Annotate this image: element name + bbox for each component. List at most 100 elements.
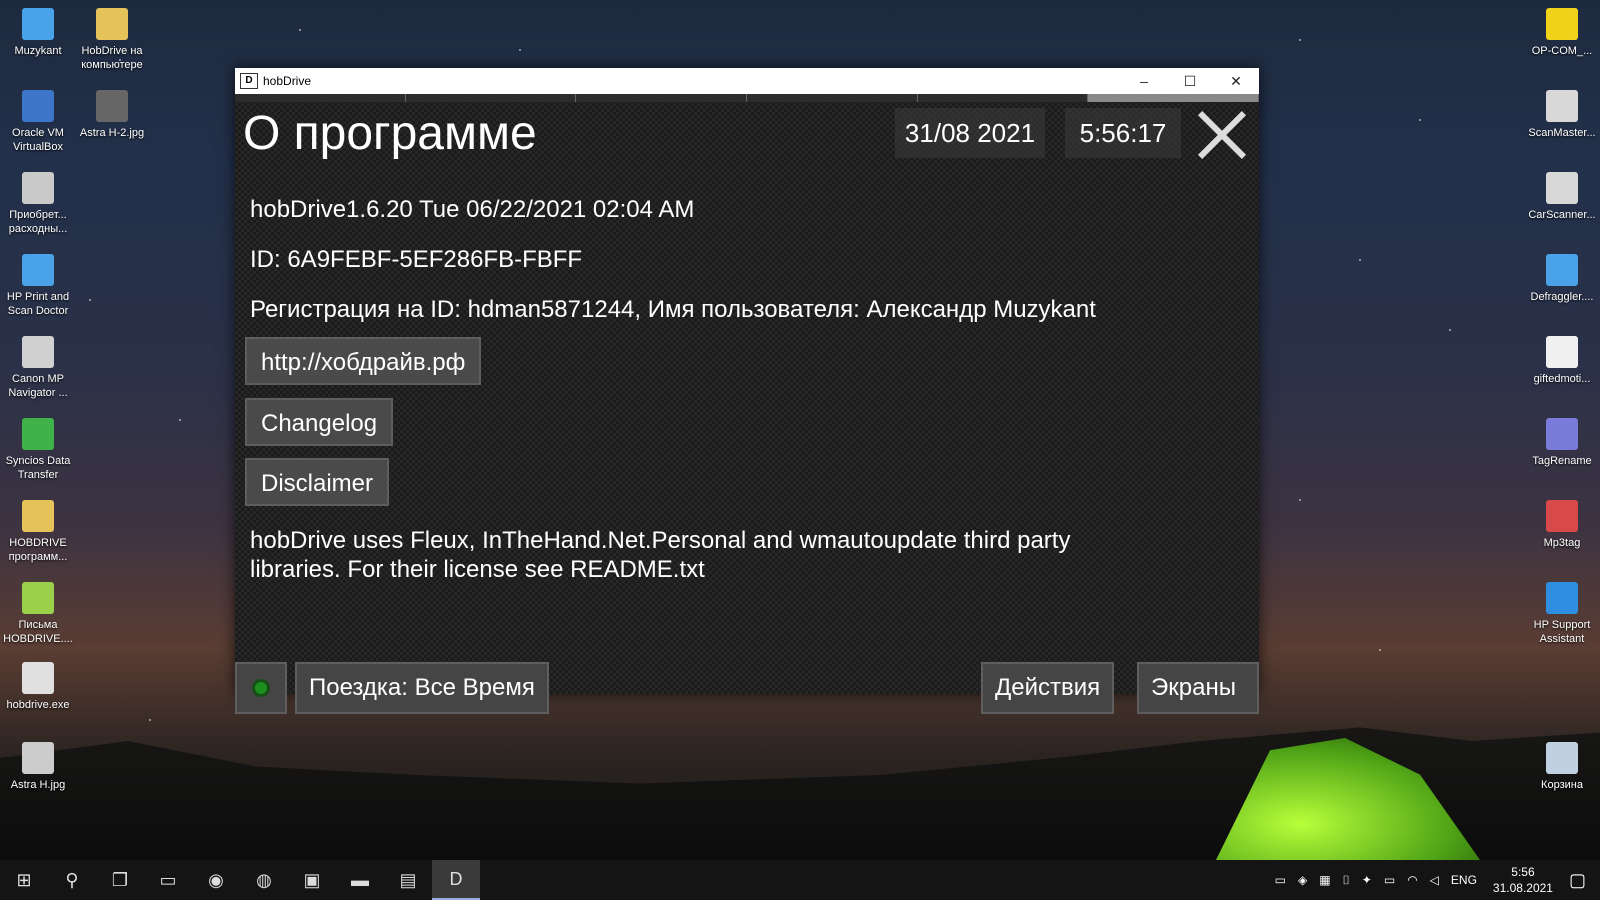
desktop-icon[interactable]: Письма HOBDRIVE.... <box>0 582 76 646</box>
taskbar-app-icon[interactable]: ▣ <box>288 860 336 900</box>
clock-date: 31.08.2021 <box>1492 881 1553 895</box>
status-dot-icon <box>255 682 267 694</box>
desktop-icon[interactable]: Приобрет... расходны... <box>0 172 76 236</box>
registration-text: Регистрация на ID: hdman5871244, Имя пол… <box>250 296 1096 323</box>
desktop-icon[interactable]: HP Support Assistant <box>1524 582 1600 646</box>
desktop-icon-label: Canon MP Navigator ... <box>8 373 68 399</box>
taskbar-apps: ▭ ◉ ◍ ▣ ▬ ▤ D <box>144 860 480 900</box>
desktop-icon[interactable]: Astra H-2.jpg <box>74 90 150 140</box>
changelog-button[interactable]: Changelog <box>245 398 394 446</box>
app-icon <box>22 254 54 286</box>
desktop-icon[interactable]: Defraggler.... <box>1524 254 1600 304</box>
status-indicator[interactable] <box>235 662 287 714</box>
actions-button[interactable]: Действия <box>981 662 1115 714</box>
hobdrive-window: D hobDrive – ☐ ✕ О программе 31/08 2021 … <box>235 68 1260 714</box>
desktop-icon[interactable]: ScanMaster... <box>1524 90 1600 140</box>
desktop-icon[interactable]: Mp3tag <box>1524 500 1600 550</box>
desktop-icon[interactable]: Syncios Data Transfer <box>0 418 76 482</box>
desktop-icon[interactable]: HP Print and Scan Doctor <box>0 254 76 318</box>
desktop-icon[interactable]: Canon MP Navigator ... <box>0 336 76 400</box>
desktop-icon[interactable]: HOBDRIVE программ... <box>0 500 76 564</box>
volume-icon[interactable]: ◁ <box>1430 873 1439 887</box>
desktop-icon[interactable]: Oracle VM VirtualBox <box>0 90 76 154</box>
close-screen-icon[interactable] <box>1193 106 1253 164</box>
device-id-text: ID: 6A9FEBF-5EF286FB-FBFF <box>250 246 583 273</box>
date-display: 31/08 2021 <box>895 108 1045 158</box>
app-icon <box>22 500 54 532</box>
usb-icon[interactable]: ⌷ <box>1343 873 1350 888</box>
desktop-icon-label: Astra H-2.jpg <box>79 127 145 139</box>
language-indicator[interactable]: ENG <box>1451 873 1477 887</box>
desktop-icon-label: TagRename <box>1532 455 1592 467</box>
desktop-icon-label: CarScanner... <box>1528 209 1596 221</box>
taskbar-app-icon[interactable]: ▬ <box>336 860 384 900</box>
app-icon <box>1546 742 1578 774</box>
desktop-icon-label: HP Support Assistant <box>1533 619 1591 645</box>
desktop-icon-label: hobdrive.exe <box>6 699 70 711</box>
page-title: О программе <box>243 107 537 160</box>
screen-indicator-strip <box>235 94 1260 102</box>
tray-icon[interactable]: ▦ <box>1319 873 1330 887</box>
desktop-icon-label: Defraggler.... <box>1530 291 1594 303</box>
desktop-icon[interactable]: Muzykant <box>0 8 76 58</box>
website-link-button[interactable]: http://хобдрайв.рф <box>245 337 482 385</box>
taskbar-app-icon[interactable]: ◍ <box>240 860 288 900</box>
screen-indicator-active <box>1088 94 1260 102</box>
screen-indicator <box>747 94 918 102</box>
desktop-icon[interactable]: OP-COM_... <box>1524 8 1600 58</box>
desktop-icon[interactable]: hobdrive.exe <box>0 662 76 712</box>
app-client-area: О программе 31/08 2021 5:56:17 hobDrive1… <box>235 94 1260 714</box>
tray-icon[interactable]: ▭ <box>1275 873 1286 887</box>
desktop-icon-label: Muzykant <box>14 45 62 57</box>
desktop-icon-label: giftedmoti... <box>1533 373 1591 385</box>
taskbar-app-icon[interactable]: D <box>432 860 480 900</box>
desktop-icon-label: OP-COM_... <box>1531 45 1593 57</box>
app-icon <box>96 8 128 40</box>
desktop-icon-label: HobDrive на компьютере <box>81 45 143 71</box>
screen-indicator <box>405 94 577 102</box>
clock-time: 5:56 <box>1511 865 1535 879</box>
app-icon <box>22 90 54 122</box>
maximize-button[interactable]: ☐ <box>1167 68 1213 94</box>
disclaimer-button[interactable]: Disclaimer <box>245 458 390 506</box>
minimize-button[interactable]: – <box>1121 68 1167 94</box>
system-tray: ▭ ◈ ▦ ⌷ ✦ ▭ ◠ ◁ ENG 5:56 31.08.2021 ▢ <box>1269 860 1600 900</box>
taskbar-clock[interactable]: 5:56 31.08.2021 <box>1493 864 1553 896</box>
search-icon[interactable]: ⚲ <box>48 860 96 900</box>
battery-icon[interactable]: ▭ <box>1384 873 1395 887</box>
hobdrive-app-icon: D <box>240 73 258 89</box>
license-text: hobDrive uses Fleux, InTheHand.Net.Perso… <box>250 527 1071 583</box>
desktop-icon[interactable]: Astra H.jpg <box>0 742 76 792</box>
app-icon <box>1546 336 1578 368</box>
desktop-icon-label: Письма HOBDRIVE.... <box>3 619 73 645</box>
app-icon <box>1546 8 1578 40</box>
desktop-icon-label: HP Print and Scan Doctor <box>6 291 70 317</box>
screens-button[interactable]: Экраны <box>1137 662 1259 714</box>
screen-indicator <box>235 94 406 102</box>
notification-icon[interactable]: ▢ <box>1569 870 1586 891</box>
screen-indicator <box>917 94 1089 102</box>
taskbar-app-icon[interactable]: ▤ <box>384 860 432 900</box>
window-close-button[interactable]: ✕ <box>1213 68 1259 94</box>
desktop-icon[interactable]: giftedmoti... <box>1524 336 1600 386</box>
desktop-icon-label: Astra H.jpg <box>10 779 66 791</box>
tray-icon[interactable]: ◈ <box>1298 873 1307 887</box>
start-button[interactable]: ⊞ <box>0 860 48 900</box>
app-icon <box>22 336 54 368</box>
wifi-icon[interactable]: ◠ <box>1407 873 1417 887</box>
taskbar-app-icon[interactable]: ▭ <box>144 860 192 900</box>
task-view-icon[interactable]: ❐ <box>96 860 144 900</box>
desktop-icon[interactable]: HobDrive на компьютере <box>74 8 150 72</box>
trip-button[interactable]: Поездка: Все Время <box>295 662 549 714</box>
app-icon <box>22 662 54 694</box>
window-titlebar[interactable]: D hobDrive – ☐ ✕ <box>235 68 1259 94</box>
taskbar-app-icon[interactable]: ◉ <box>192 860 240 900</box>
desktop-icon[interactable]: CarScanner... <box>1524 172 1600 222</box>
desktop-icon-label: ScanMaster... <box>1528 127 1596 139</box>
desktop-icon[interactable]: Корзина <box>1524 742 1600 792</box>
desktop-icon-label: Oracle VM VirtualBox <box>12 127 64 153</box>
tray-icon[interactable]: ✦ <box>1362 873 1372 887</box>
desktop-icon[interactable]: TagRename <box>1524 418 1600 468</box>
app-icon <box>22 418 54 450</box>
app-icon <box>22 582 54 614</box>
